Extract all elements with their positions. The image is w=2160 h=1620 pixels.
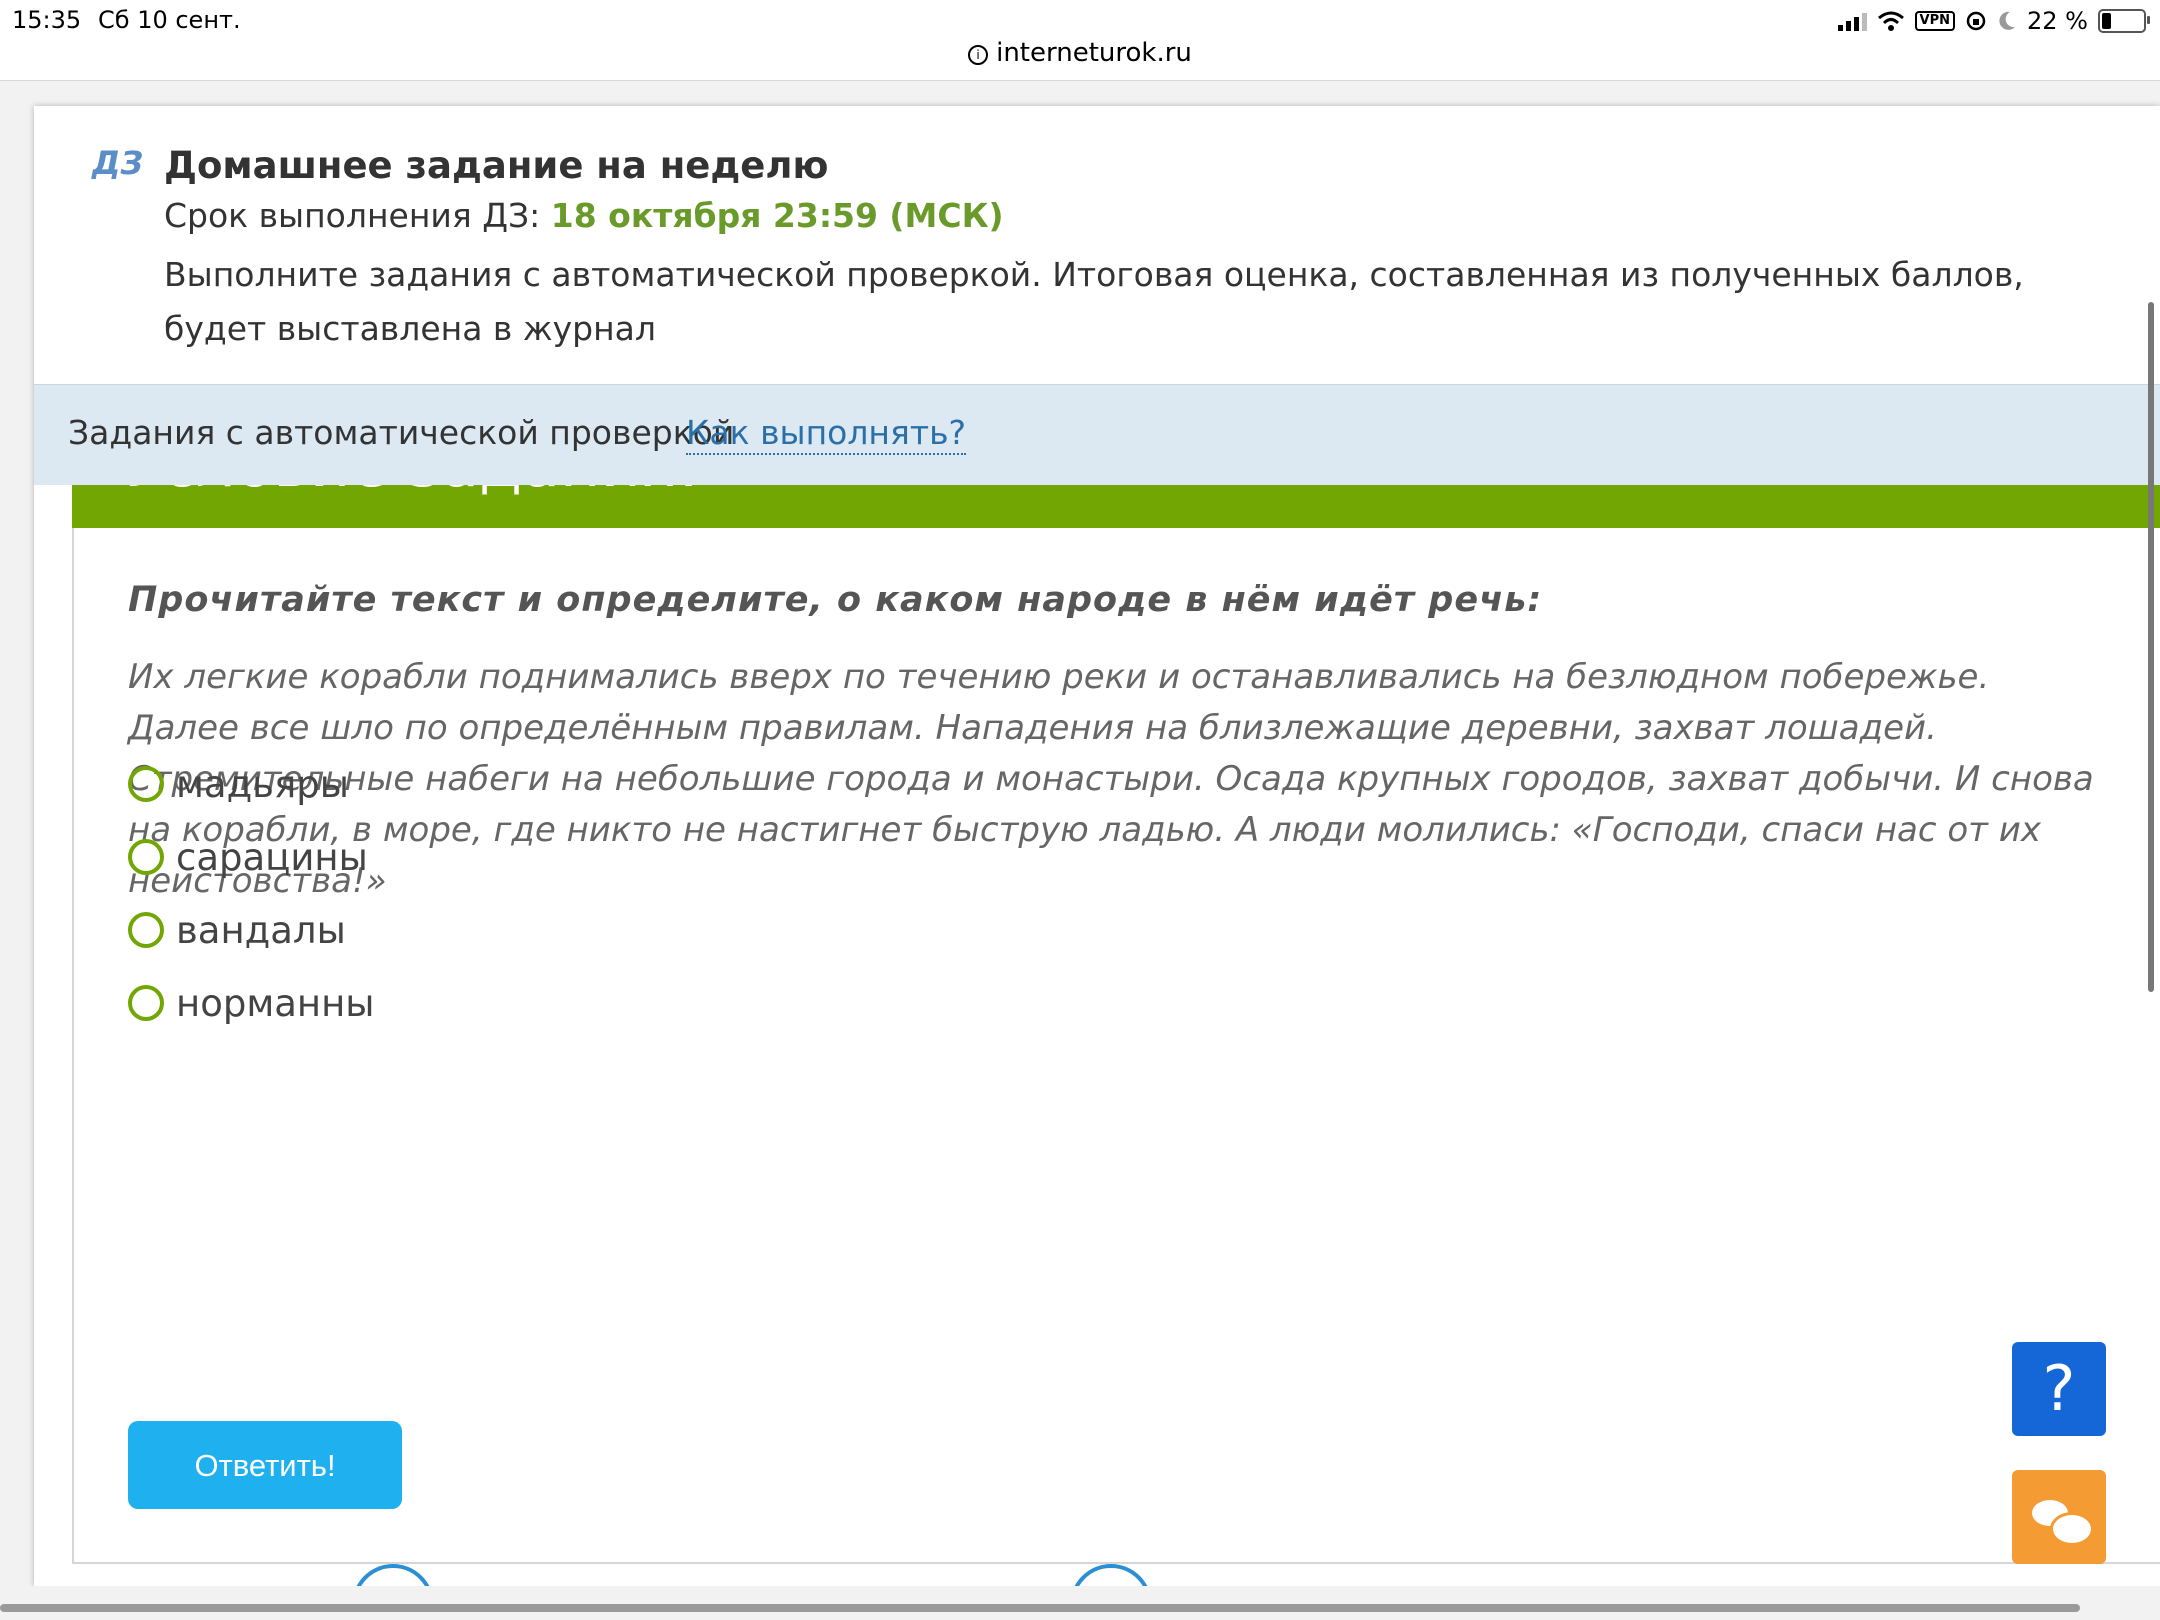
submit-answer-button[interactable]: Ответить! — [128, 1421, 402, 1509]
chat-bubble-icon — [2050, 1512, 2094, 1546]
chat-button[interactable] — [2012, 1470, 2106, 1564]
radio-button[interactable] — [128, 985, 164, 1021]
answer-option[interactable]: сарацины — [128, 833, 368, 881]
vertical-scrollbar[interactable] — [2148, 302, 2154, 992]
browser-status-bar: 15:35 Сб 10 сент. i interneturok.ru VPN 2… — [0, 0, 2160, 81]
address-bar[interactable]: i interneturok.ru — [0, 38, 2160, 68]
option-label: мадьяры — [176, 762, 349, 806]
deadline-value: 18 октября 23:59 (МСК) — [550, 196, 1004, 235]
deadline-label: Срок выполнения ДЗ: — [164, 196, 551, 235]
task-question: Прочитайте текст и определите, о каком н… — [128, 580, 1543, 620]
how-to-link[interactable]: Как выполнять? — [686, 413, 967, 455]
task-body: Прочитайте текст и определите, о каком н… — [72, 528, 2160, 1564]
bottom-edge — [0, 1586, 2160, 1620]
battery-icon — [2098, 9, 2150, 33]
radio-button[interactable] — [128, 912, 164, 948]
option-label: вандалы — [176, 908, 346, 952]
help-button[interactable]: ? — [2012, 1342, 2106, 1436]
homework-title: Домашнее задание на неделю — [164, 144, 829, 187]
option-label: сарацины — [176, 835, 368, 879]
homework-deadline: Срок выполнения ДЗ: 18 октября 23:59 (МС… — [164, 196, 1004, 235]
rotation-lock-icon — [1966, 11, 1986, 31]
pagination-circle[interactable] — [1070, 1564, 1152, 1586]
task-passage: Их легкие корабли поднимались вверх по т… — [128, 657, 2094, 901]
homework-card: ДЗ Домашнее задание на неделю Срок выпол… — [34, 106, 2160, 1586]
clock: 15:35 — [12, 6, 82, 34]
answer-option[interactable]: мадьяры — [128, 760, 349, 808]
homework-description: Выполните задания с автоматической прове… — [164, 255, 2024, 348]
battery-percent: 22 % — [2027, 7, 2088, 35]
tasks-bar-label: Задания с автоматической проверкой — [68, 413, 735, 452]
url-text: interneturok.ru — [996, 38, 1192, 68]
pagination-circle[interactable] — [352, 1564, 434, 1586]
status-icons: VPN 22 % — [1837, 6, 2150, 36]
date: Сб 10 сент. — [98, 6, 241, 34]
info-icon: i — [968, 45, 989, 65]
answer-option[interactable]: норманны — [128, 979, 375, 1027]
tasks-sticky-bar: Задания с автоматической проверкой Как в… — [34, 384, 2160, 485]
vpn-icon: VPN — [1914, 11, 1956, 31]
horizontal-scrollbar[interactable] — [0, 1604, 2080, 1612]
answer-option[interactable]: вандалы — [128, 906, 346, 954]
homework-badge: ДЗ — [92, 144, 144, 182]
moon-icon — [1999, 11, 2016, 30]
radio-button[interactable] — [128, 839, 164, 875]
cellular-signal-icon — [1837, 11, 1867, 31]
radio-button[interactable] — [128, 766, 164, 802]
option-label: норманны — [176, 981, 375, 1025]
wifi-icon — [1877, 11, 1904, 31]
